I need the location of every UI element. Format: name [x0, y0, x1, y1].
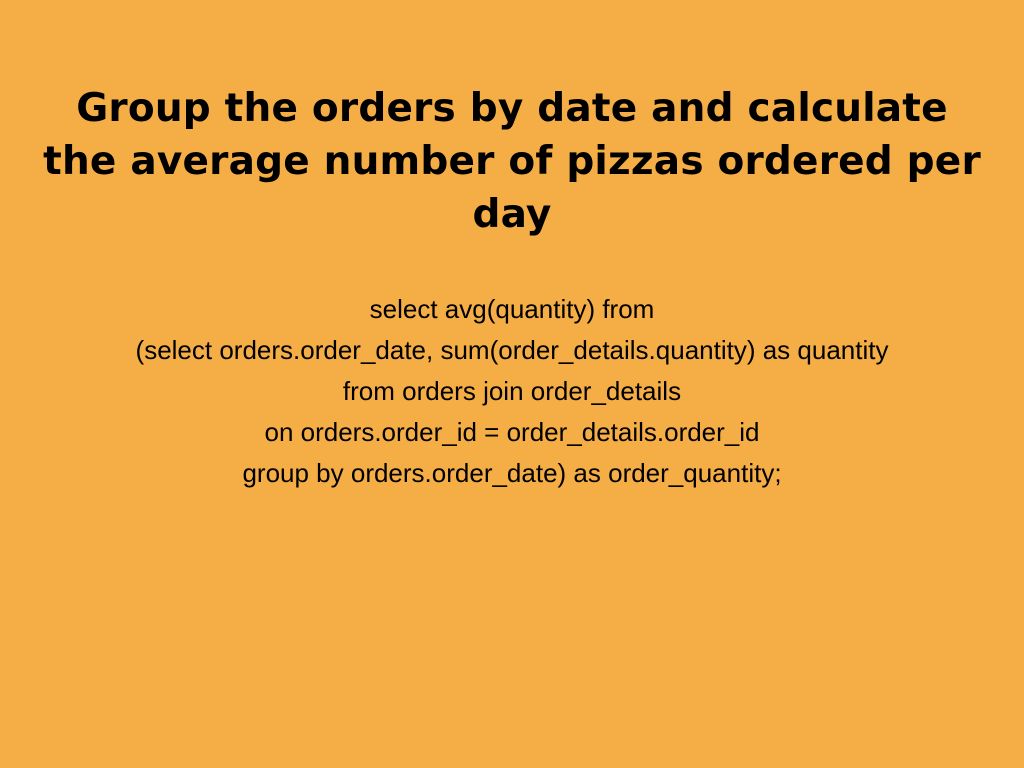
- title-line: Group the orders by date and calculate: [76, 86, 948, 131]
- query-line: (select orders.order_date, sum(order_det…: [135, 335, 889, 365]
- query-line: group by orders.order_date) as order_qua…: [242, 458, 782, 488]
- sql-query: select avg(quantity) from (select orders…: [12, 289, 1012, 494]
- query-line: select avg(quantity) from: [369, 294, 655, 324]
- query-line: from orders join order_details: [342, 376, 682, 406]
- query-line: on orders.order_id = order_details.order…: [264, 417, 760, 447]
- title-line: the average number of pizzas ordered per: [43, 139, 981, 184]
- slide: Group the orders by date and calculate t…: [0, 0, 1024, 768]
- title-line: day: [472, 192, 552, 237]
- slide-title: Group the orders by date and calculate t…: [12, 82, 1012, 241]
